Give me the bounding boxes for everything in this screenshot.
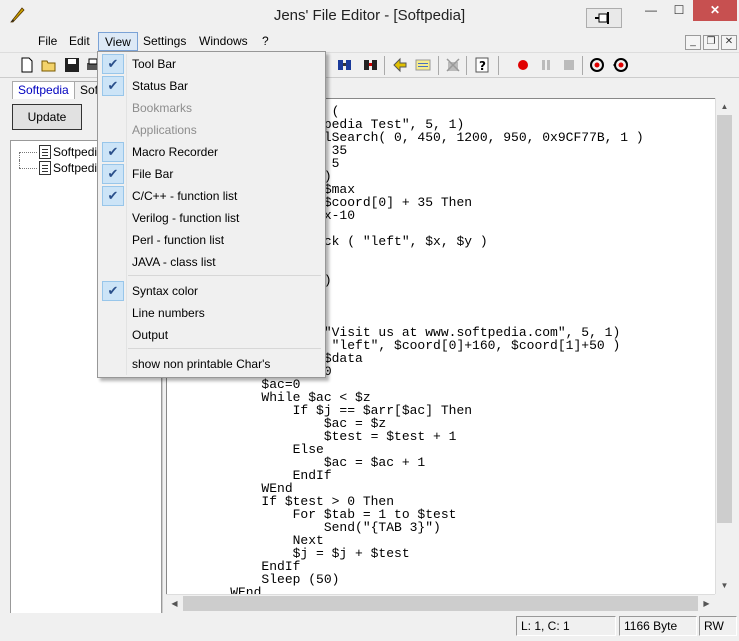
menu-settings[interactable]: Settings (137, 32, 192, 51)
view-menu-item-label: Tool Bar (132, 57, 177, 71)
checkmark-icon: ✔ (102, 186, 124, 206)
vertical-scrollbar[interactable]: ▲ ▼ (715, 98, 732, 594)
find-binoculars-icon[interactable] (336, 56, 354, 74)
view-menu-item: Bookmarks (100, 97, 323, 119)
view-menu-item[interactable]: JAVA - class list (100, 251, 323, 273)
horizontal-scrollbar[interactable]: ◀ ▶ (166, 594, 715, 611)
toolbar-separator (384, 56, 385, 75)
delete-disabled-icon[interactable] (444, 56, 462, 74)
new-file-icon[interactable] (18, 56, 36, 74)
pin-button[interactable] (586, 8, 622, 28)
view-menu-dropdown: ✔ Tool Bar ✔ Status Bar Bookmarks Application… (97, 51, 326, 378)
view-menu-item[interactable]: show non printable Char's (100, 353, 323, 375)
file-icon (39, 145, 51, 159)
scroll-left-icon[interactable]: ◀ (166, 595, 183, 612)
view-menu-item-label: JAVA - class list (132, 255, 216, 269)
mdi-controls: _ ❐ ✕ (683, 33, 737, 50)
scroll-right-icon[interactable]: ▶ (698, 595, 715, 612)
view-menu-item-label: File Bar (132, 167, 174, 181)
code-line: WEnd (199, 585, 262, 594)
window-title: Jens' File Editor - [Softpedia] (273, 7, 466, 24)
tab-softpedia[interactable]: Softpedia (12, 81, 75, 99)
toolbar-separator (498, 56, 499, 75)
status-bar: L: 1, C: 1 1166 Byte RW (0, 613, 739, 641)
horizontal-scroll-thumb[interactable] (183, 596, 698, 611)
view-menu-item-label: Syntax color (132, 284, 199, 298)
view-menu-item[interactable]: Output (100, 324, 323, 346)
view-menu-item-label: Status Bar (132, 79, 189, 93)
help-question-icon[interactable]: ? (473, 56, 491, 74)
minimize-button[interactable]: — (637, 0, 665, 21)
toolbar-separator (466, 56, 467, 75)
scroll-down-icon[interactable]: ▼ (716, 577, 733, 594)
close-button[interactable]: ✕ (693, 0, 737, 21)
menu-edit[interactable]: Edit (63, 32, 96, 51)
view-menu-item[interactable]: ✔ Tool Bar (100, 53, 323, 75)
file-icon (39, 161, 51, 175)
view-menu-item-label: C/C++ - function list (132, 189, 238, 203)
open-folder-icon[interactable] (40, 56, 58, 74)
checkmark-icon: ✔ (102, 281, 124, 301)
tree-line (19, 152, 37, 153)
title-bar: Jens' File Editor - [Softpedia] — ☐ ✕ (0, 0, 739, 32)
play-macro-icon[interactable] (588, 56, 606, 74)
toolbar-separator (438, 56, 439, 75)
tab-icon[interactable] (414, 56, 432, 74)
checkmark-icon: ✔ (102, 164, 124, 184)
mdi-restore-button[interactable]: ❐ (703, 35, 719, 50)
tree-line (19, 168, 37, 169)
checkmark-icon: ✔ (102, 54, 124, 74)
mdi-close-button[interactable]: ✕ (721, 35, 737, 50)
checkmark-icon: ✔ (102, 76, 124, 96)
view-menu-item-label: Applications (132, 123, 197, 137)
view-menu-item[interactable]: ✔ Status Bar (100, 75, 323, 97)
play-macro-repeat-icon[interactable] (612, 56, 630, 74)
file-size: 1166 Byte (619, 616, 697, 636)
edit-mode: RW (699, 616, 737, 636)
scroll-up-icon[interactable]: ▲ (716, 98, 733, 115)
record-macro-icon[interactable] (514, 56, 532, 74)
pin-icon (595, 12, 609, 24)
maximize-button[interactable]: ☐ (666, 0, 692, 21)
tree-line (19, 152, 20, 160)
stop-macro-icon[interactable] (560, 56, 578, 74)
menu-view[interactable]: View (98, 32, 138, 51)
view-menu-item-label: Verilog - function list (132, 211, 240, 225)
toolbar-separator (582, 56, 583, 75)
menu-help[interactable]: ? (256, 32, 275, 51)
view-menu-item-label: Bookmarks (132, 101, 193, 115)
replace-icon[interactable] (391, 56, 409, 74)
view-menu-item[interactable]: ✔ Syntax color (100, 280, 323, 302)
view-menu-item-label: Perl - function list (132, 233, 225, 247)
vertical-scroll-thumb[interactable] (717, 115, 732, 523)
tree-item[interactable]: Softpedia (19, 160, 104, 176)
checkmark-icon: ✔ (102, 142, 124, 162)
menu-separator (128, 275, 321, 276)
svg-text:?: ? (479, 59, 486, 73)
mdi-minimize-button[interactable]: _ (685, 35, 701, 50)
view-menu-item[interactable]: Perl - function list (100, 229, 323, 251)
tree-item[interactable]: Softpedia (19, 144, 104, 160)
view-menu-item-label: Output (132, 328, 169, 342)
pause-macro-icon[interactable] (537, 56, 555, 74)
view-menu-item[interactable]: Verilog - function list (100, 207, 323, 229)
view-menu-item[interactable]: Line numbers (100, 302, 323, 324)
view-menu-item: Applications (100, 119, 323, 141)
cursor-position: L: 1, C: 1 (516, 616, 616, 636)
view-menu-item-label: Macro Recorder (132, 145, 219, 159)
view-menu-item-label: show non printable Char's (132, 357, 271, 371)
find-next-binoculars-icon[interactable] (362, 56, 380, 74)
menu-bar: File Edit View Settings Windows ? _ ❐ ✕ (0, 32, 739, 52)
save-icon[interactable] (63, 56, 81, 74)
view-menu-item-label: Line numbers (132, 306, 205, 320)
menu-file[interactable]: File (32, 32, 63, 51)
view-menu-item[interactable]: ✔ File Bar (100, 163, 323, 185)
view-menu-item[interactable]: ✔ C/C++ - function list (100, 185, 323, 207)
tree-line (19, 160, 20, 168)
view-menu-item[interactable]: ✔ Macro Recorder (100, 141, 323, 163)
update-button[interactable]: Update (12, 104, 82, 130)
menu-separator (128, 348, 321, 349)
menu-windows[interactable]: Windows (193, 32, 254, 51)
scrollbar-corner (715, 594, 732, 611)
